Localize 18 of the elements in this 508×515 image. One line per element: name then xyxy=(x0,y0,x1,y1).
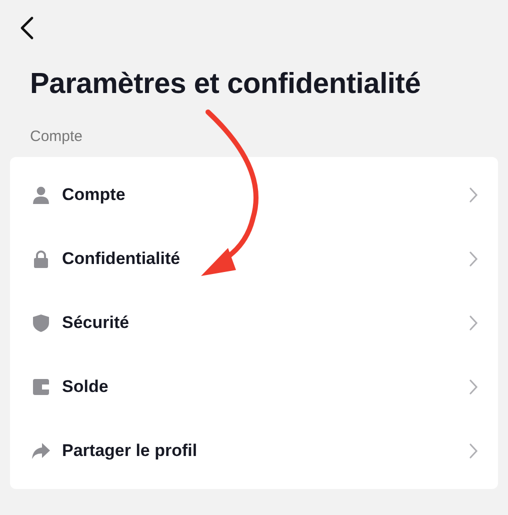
settings-item[interactable]: Confidentialité xyxy=(10,227,498,291)
settings-item[interactable]: Solde xyxy=(10,355,498,419)
chevron-icon xyxy=(469,315,478,331)
share-icon xyxy=(32,442,50,460)
shield-icon xyxy=(32,314,50,332)
settings-item[interactable]: Compte xyxy=(10,163,498,227)
chevron-icon xyxy=(469,251,478,267)
chevron-icon xyxy=(469,443,478,459)
wallet-icon xyxy=(32,378,50,396)
back-icon[interactable] xyxy=(20,16,34,40)
settings-item[interactable]: Sécurité xyxy=(10,291,498,355)
settings-item[interactable]: Partager le profil xyxy=(10,419,498,483)
person-icon xyxy=(32,186,50,204)
chevron-icon xyxy=(469,379,478,395)
page-title: Paramètres et confidentialité xyxy=(30,67,422,102)
section-label: Compte xyxy=(30,128,84,145)
chevron-icon xyxy=(469,187,478,203)
lock-icon xyxy=(32,250,50,268)
